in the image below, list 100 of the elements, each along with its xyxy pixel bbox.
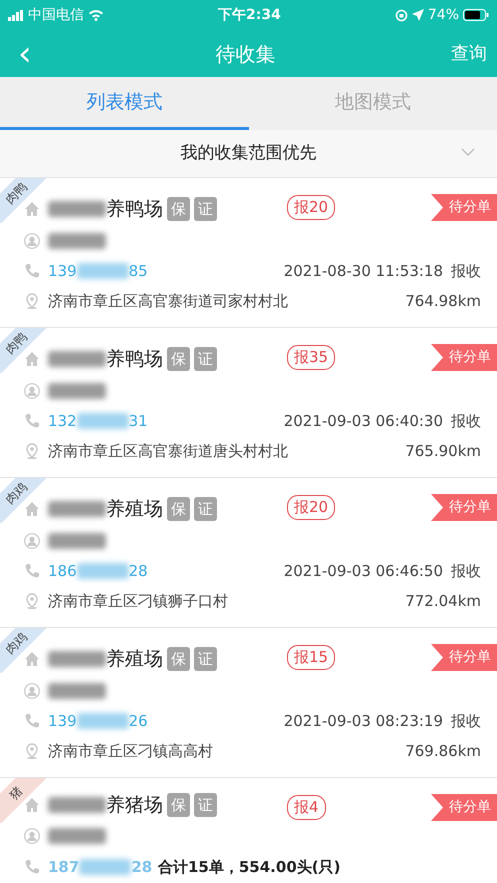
cert-badge: 证 — [194, 346, 217, 372]
blurred-text — [48, 797, 106, 813]
blurred-text — [79, 859, 132, 875]
phone-number-start[interactable]: 139 — [48, 260, 77, 282]
cert-badge: 证 — [194, 646, 217, 672]
farm-type: 养殖场 — [106, 646, 163, 672]
phone-icon — [24, 263, 40, 279]
location-pin-icon — [24, 593, 40, 609]
person-icon — [24, 233, 40, 249]
cert-badge: 保 — [167, 346, 190, 372]
category-tag: 肉鸭 — [0, 178, 46, 224]
sort-dropdown[interactable]: 我的收集范围优先 — [180, 140, 316, 166]
cert-badge: 证 — [194, 792, 217, 818]
phone-icon — [24, 563, 40, 579]
home-icon — [24, 201, 40, 217]
report-time: 2021-09-03 08:23:19 — [284, 710, 443, 732]
clock-time: 下午2:34 — [218, 6, 281, 22]
rotation-lock-icon — [394, 8, 408, 22]
phone-number-end[interactable]: 31 — [128, 410, 148, 432]
summary-total: 合计15单，554.00头(只) — [158, 856, 340, 878]
home-icon — [24, 651, 40, 667]
report-label: 报收 — [451, 260, 481, 282]
farm-type: 养猪场 — [106, 792, 163, 818]
status-ribbon: 待分单 — [431, 644, 497, 671]
home-icon — [24, 797, 40, 813]
blurred-text — [48, 383, 106, 399]
report-time: 2021-09-03 06:46:50 — [284, 560, 443, 582]
carrier-name: 中国电信 — [28, 6, 84, 24]
status-ribbon: 待分单 — [431, 794, 497, 821]
report-label: 报收 — [451, 410, 481, 432]
report-time: 2021-09-03 06:40:30 — [284, 410, 443, 432]
tab[interactable]: 地图模式 — [248, 77, 497, 130]
battery-percent: 74% — [428, 6, 459, 24]
report-badge: 报20 — [287, 495, 336, 520]
phone-number-start[interactable]: 186 — [48, 560, 77, 582]
distance-text: 764.98km — [405, 290, 481, 312]
address-text: 济南市章丘区高官寨街道唐头村村北 — [48, 440, 289, 462]
distance-text: 769.86km — [405, 740, 481, 762]
category-tag: 肉鸭 — [0, 328, 46, 374]
cert-badge: 保 — [167, 196, 190, 222]
phone-icon — [24, 713, 40, 729]
cert-badge: 保 — [167, 496, 190, 522]
report-badge: 报15 — [287, 645, 336, 670]
back-button[interactable]: ‹ — [0, 36, 50, 70]
location-pin-icon — [24, 293, 40, 309]
category-tag: 肉鸡 — [0, 478, 46, 524]
home-icon — [24, 501, 40, 517]
report-label: 报收 — [451, 710, 481, 732]
blurred-text — [76, 563, 129, 579]
person-icon — [24, 533, 40, 549]
blurred-text — [48, 501, 106, 517]
page-title: 待收集 — [215, 40, 276, 68]
person-icon — [24, 683, 40, 699]
phone-icon — [24, 859, 40, 875]
location-pin-icon — [24, 443, 40, 459]
cert-badge: 保 — [167, 792, 190, 818]
query-button[interactable]: 查询 — [440, 40, 497, 67]
blurred-text — [76, 263, 129, 279]
person-icon — [24, 828, 40, 844]
distance-text: 772.04km — [405, 590, 481, 612]
status-ribbon: 待分单 — [431, 194, 497, 221]
cert-badge: 证 — [194, 496, 217, 522]
chevron-down-icon — [461, 148, 475, 156]
phone-number-end[interactable]: 26 — [128, 710, 148, 732]
report-badge: 报20 — [287, 195, 336, 220]
status-ribbon: 待分单 — [431, 494, 497, 521]
cert-badge: 证 — [194, 196, 217, 222]
phone-number-start[interactable]: 187 — [48, 856, 80, 878]
phone-number-start[interactable]: 139 — [48, 710, 77, 732]
blurred-text — [48, 233, 106, 249]
address-text: 济南市章丘区高官寨街道司家村村北 — [48, 290, 289, 312]
phone-number-end[interactable]: 28 — [128, 560, 148, 582]
phone-icon — [24, 413, 40, 429]
report-time: 2021-08-30 11:53:18 — [284, 260, 443, 282]
battery-icon — [463, 9, 489, 21]
location-pin-icon — [24, 743, 40, 759]
phone-number-end[interactable]: 85 — [128, 260, 148, 282]
blurred-text — [48, 683, 106, 699]
phone-number-start[interactable]: 132 — [48, 410, 77, 432]
category-tag: 猪 — [0, 778, 46, 824]
person-icon — [24, 383, 40, 399]
address-text: 济南市章丘区刁镇狮子口村 — [48, 590, 229, 612]
report-badge: 报4 — [287, 795, 326, 820]
farm-type: 养殖场 — [106, 496, 163, 522]
phone-number-end[interactable]: 28 — [131, 856, 152, 878]
blurred-text — [48, 651, 106, 667]
signal-icon — [8, 10, 24, 20]
farm-type: 养鸭场 — [106, 196, 163, 222]
blurred-text — [48, 533, 106, 549]
status-ribbon: 待分单 — [431, 344, 497, 371]
blurred-text — [48, 201, 106, 217]
farm-type: 养鸭场 — [106, 346, 163, 372]
wifi-icon — [88, 9, 104, 21]
blurred-text — [76, 713, 129, 729]
blurred-text — [76, 413, 129, 429]
category-tag: 肉鸡 — [0, 628, 46, 674]
home-icon — [24, 351, 40, 367]
report-badge: 报35 — [287, 345, 336, 370]
blurred-text — [48, 828, 106, 844]
report-label: 报收 — [451, 560, 481, 582]
